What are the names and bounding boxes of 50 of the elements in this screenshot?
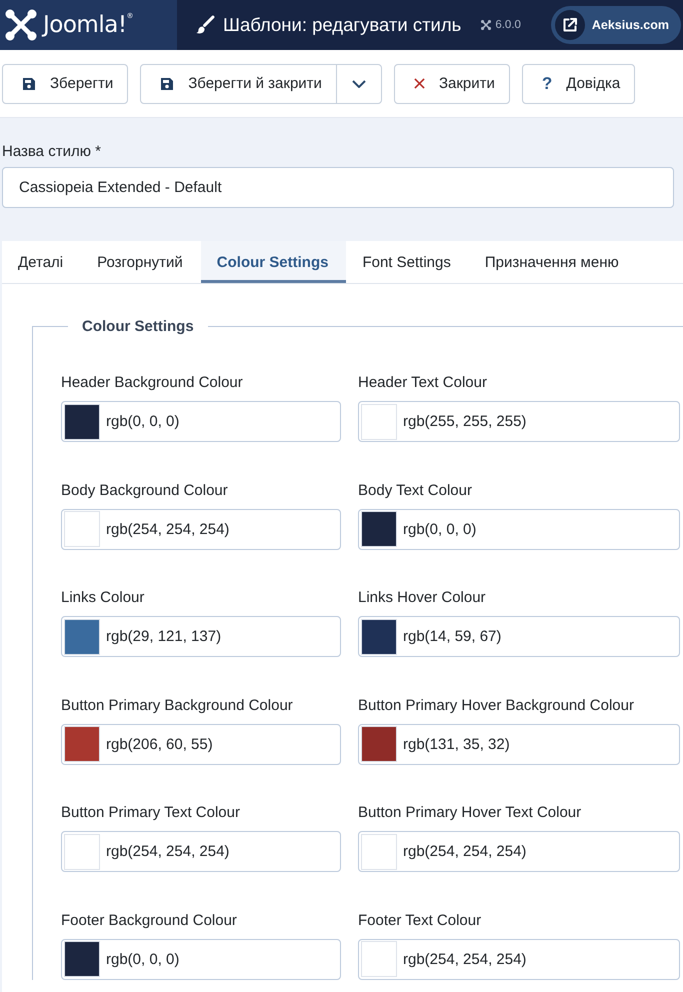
colour-field[interactable]: rgb(131, 35, 32) — [358, 724, 680, 765]
small-logo-icon — [481, 20, 492, 30]
save-icon — [160, 76, 174, 90]
field-label: Body Text Colour — [358, 480, 473, 501]
field-label: Footer Text Colour — [358, 910, 482, 931]
colour-field[interactable]: rgb(206, 60, 55) — [61, 724, 341, 765]
colour-field[interactable]: rgb(14, 59, 67) — [358, 616, 680, 658]
colour-field[interactable]: rgb(0, 0, 0) — [358, 508, 680, 550]
fieldset-legend: Colour Settings — [68, 318, 208, 335]
close-button[interactable]: Закрити — [394, 64, 510, 104]
colour-field[interactable]: rgb(254, 254, 254) — [358, 938, 680, 980]
help-icon: ? — [542, 74, 552, 94]
colour-field[interactable]: rgb(254, 254, 254) — [61, 508, 341, 550]
colour-field[interactable]: rgb(254, 254, 254) — [358, 831, 680, 872]
dropdown-button[interactable] — [336, 64, 382, 104]
close-icon — [414, 78, 425, 89]
style-name-label: Назва стилю * — [2, 142, 102, 162]
brush-icon — [195, 15, 215, 35]
help-button[interactable]: ? Довідка — [522, 64, 636, 104]
chevron-down-icon — [352, 80, 366, 88]
colour-field[interactable]: rgb(255, 255, 255) — [358, 401, 680, 442]
tab[interactable]: Деталі — [2, 241, 82, 283]
field-label: Links Colour — [61, 588, 146, 608]
field-label: Header Text Colour — [358, 373, 488, 393]
style-name-field[interactable]: Cassiopeia Extended - Default — [2, 167, 674, 208]
field-label: Body Background Colour — [61, 480, 229, 501]
version-label: 6.0.0 — [495, 19, 521, 31]
external-link-icon — [554, 10, 585, 40]
site-link[interactable]: Aeksius.com — [550, 6, 681, 44]
field-label: Header Background Colour — [61, 373, 244, 393]
logo-icon — [5, 9, 37, 41]
colour-field[interactable]: rgb(254, 254, 254) — [61, 831, 341, 872]
field-label: Links Hover Colour — [358, 588, 487, 608]
save-icon — [22, 76, 36, 90]
home-logo-link[interactable]: Joomla!$^{®}$ — [0, 0, 177, 50]
field-label: Button Primary Hover Background Colour — [358, 696, 635, 716]
save-and-close-button[interactable]: Зберегти й закрити — [140, 64, 337, 104]
colour-field[interactable]: rgb(0, 0, 0) — [61, 938, 341, 980]
field-label: Button Primary Hover Text Colour — [358, 803, 582, 824]
field-label: Button Primary Background Colour — [61, 696, 294, 716]
save-button[interactable]: Зберегти — [2, 64, 128, 104]
colour-field[interactable]: rgb(29, 121, 137) — [61, 616, 341, 658]
page-title: Шаблони: редагувати стиль — [223, 14, 462, 36]
field-label: Button Primary Text Colour — [61, 803, 241, 824]
field-label: Footer Background Colour — [61, 910, 238, 931]
tab[interactable]: Font Settings — [346, 241, 469, 283]
colour-field[interactable]: rgb(0, 0, 0) — [61, 401, 341, 442]
tab[interactable]: Colour Settings — [200, 241, 346, 283]
tab[interactable]: Розгорнутий — [81, 241, 201, 283]
tab[interactable]: Призначення меню — [468, 241, 637, 283]
